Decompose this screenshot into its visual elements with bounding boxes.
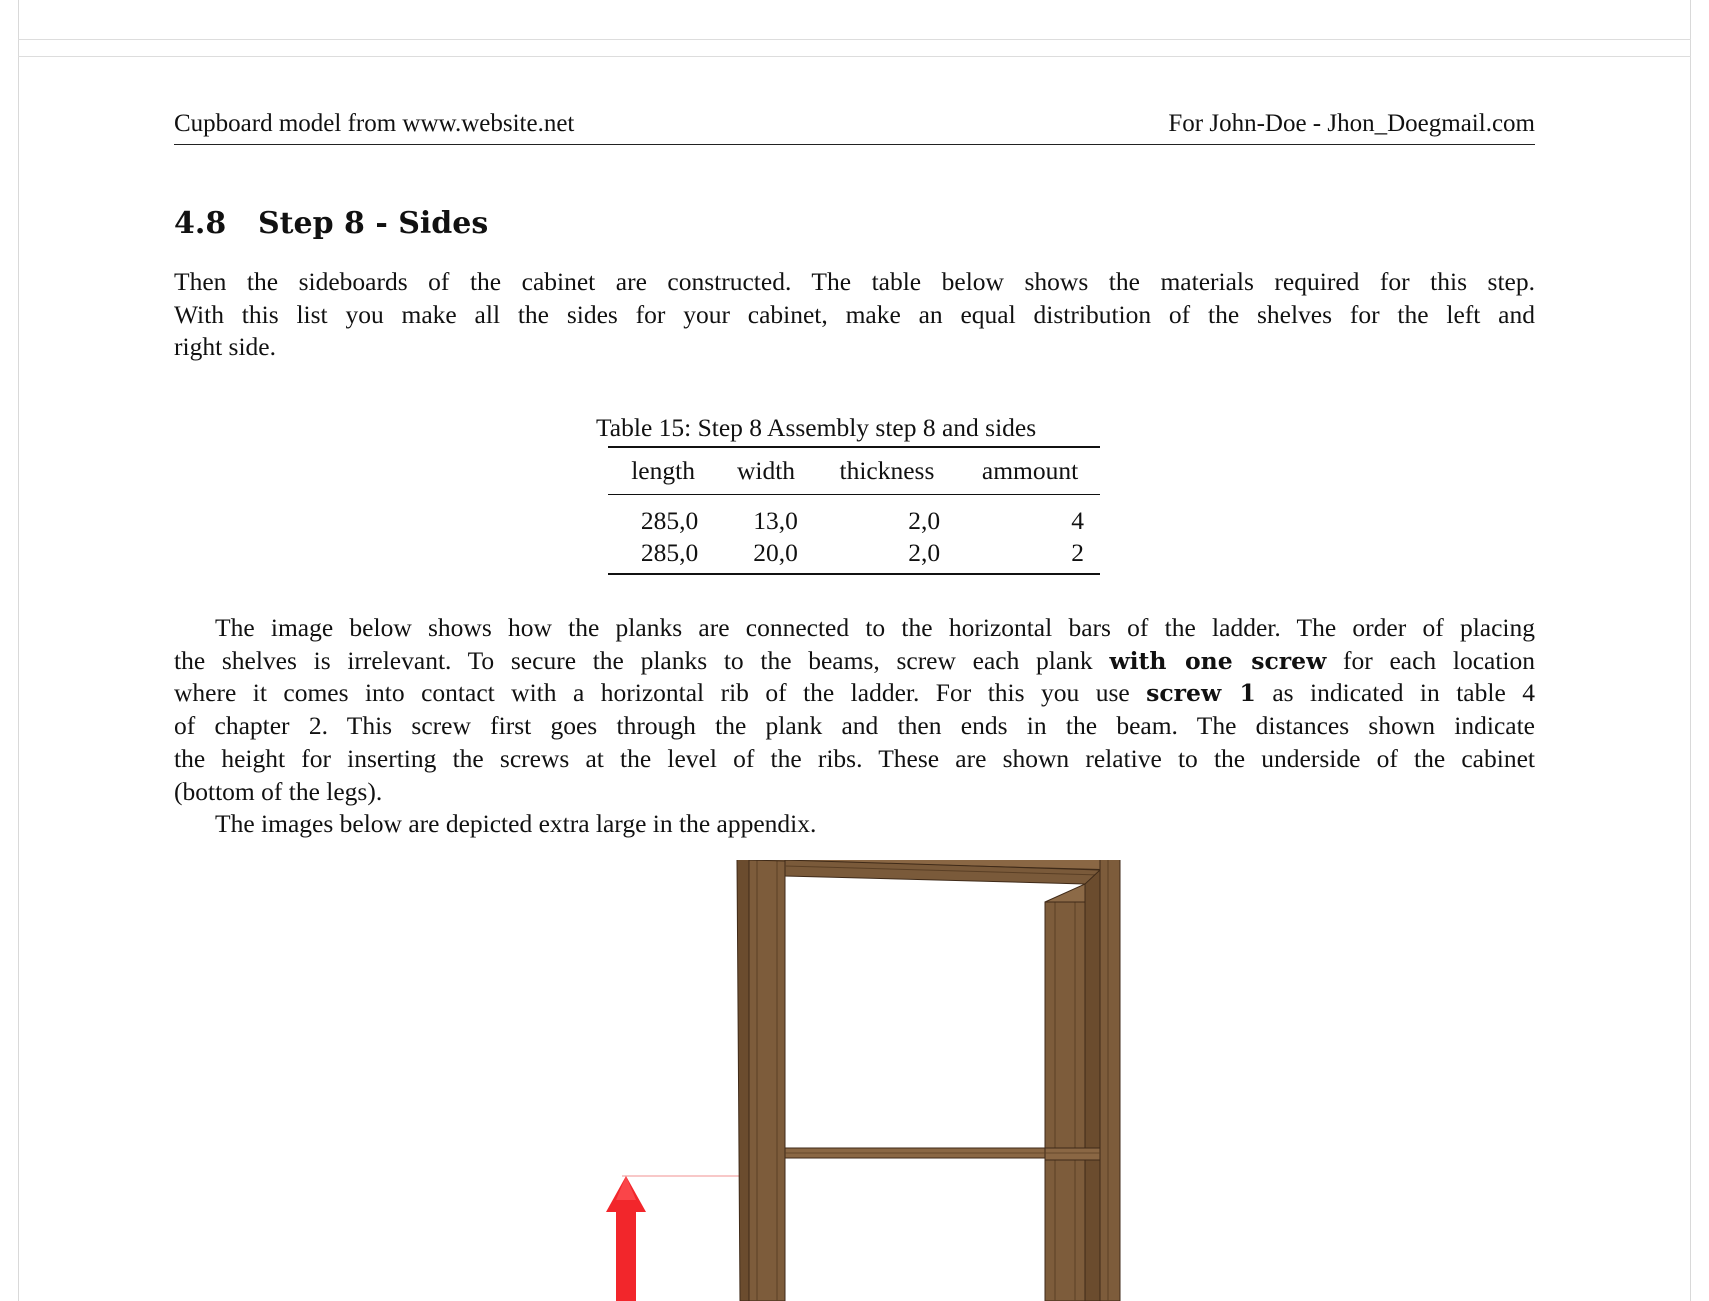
intro-line: Then the sideboards of the cabinet are c… xyxy=(174,267,1535,296)
intro-paragraph: Then the sideboards of the cabinet are c… xyxy=(174,266,1535,364)
viewer-border-right xyxy=(1690,0,1691,1301)
body-line: of chapter 2. This screw first goes thro… xyxy=(174,711,1535,741)
column-header-thickness: thickness xyxy=(839,456,935,485)
section-number: 4.8 xyxy=(174,206,227,241)
table-row: 285,0 20,0 2,0 2 xyxy=(608,537,1100,574)
table-cell: 285,0 xyxy=(640,538,699,567)
body-line: the shelves is irrelevant. To secure the… xyxy=(174,645,1536,675)
table-cell: 2,0 xyxy=(908,506,941,535)
table-cell: 2,0 xyxy=(908,538,941,567)
appendix-note: The images below are depicted extra larg… xyxy=(215,809,817,839)
previous-page-edge xyxy=(18,39,1691,40)
table-caption: Table 15: Step 8 Assembly step 8 and sid… xyxy=(596,413,1037,442)
table-cell: 4 xyxy=(1071,506,1084,535)
column-header-length: length xyxy=(631,456,695,485)
header-left-text: Cupboard model from www.website.net xyxy=(174,110,575,137)
column-header-amount: ammount xyxy=(981,456,1079,485)
running-header: Cupboard model from www.website.net For … xyxy=(174,108,1535,145)
table-cell: 20,0 xyxy=(753,538,798,567)
bold-text: with one screw xyxy=(1109,646,1327,675)
header-right-text: For John-Doe - Jhon_Doegmail.com xyxy=(1168,110,1535,137)
table-cell: 2 xyxy=(1071,538,1084,567)
materials-table: length width thickness ammount 285,0 13,… xyxy=(608,446,1100,575)
section-heading: 4.8 Step 8 - Sides xyxy=(174,206,488,241)
bold-text: screw 1 xyxy=(1146,679,1256,708)
body-line: (bottom of the legs). xyxy=(174,776,383,806)
body-line: the height for inserting the screws at t… xyxy=(174,743,1535,773)
table-row: 285,0 13,0 2,0 4 xyxy=(608,495,1100,538)
table-header-row: length width thickness ammount xyxy=(608,447,1100,495)
body-line: The image below shows how the planks are… xyxy=(215,613,1535,642)
intro-line: With this list you make all the sides fo… xyxy=(174,299,1535,329)
table-cell: 285,0 xyxy=(640,506,699,535)
cabinet-sides-figure xyxy=(560,846,1160,1301)
cabinet-frame-illustration xyxy=(606,846,1121,1301)
section-title: Step 8 - Sides xyxy=(258,206,489,241)
body-paragraph: The image below shows how the planks are… xyxy=(174,612,1535,841)
body-line: where it comes into contact with a horiz… xyxy=(174,678,1535,708)
intro-line: right side. xyxy=(174,332,276,362)
column-header-width: width xyxy=(736,456,796,485)
table-cell: 13,0 xyxy=(753,506,798,535)
